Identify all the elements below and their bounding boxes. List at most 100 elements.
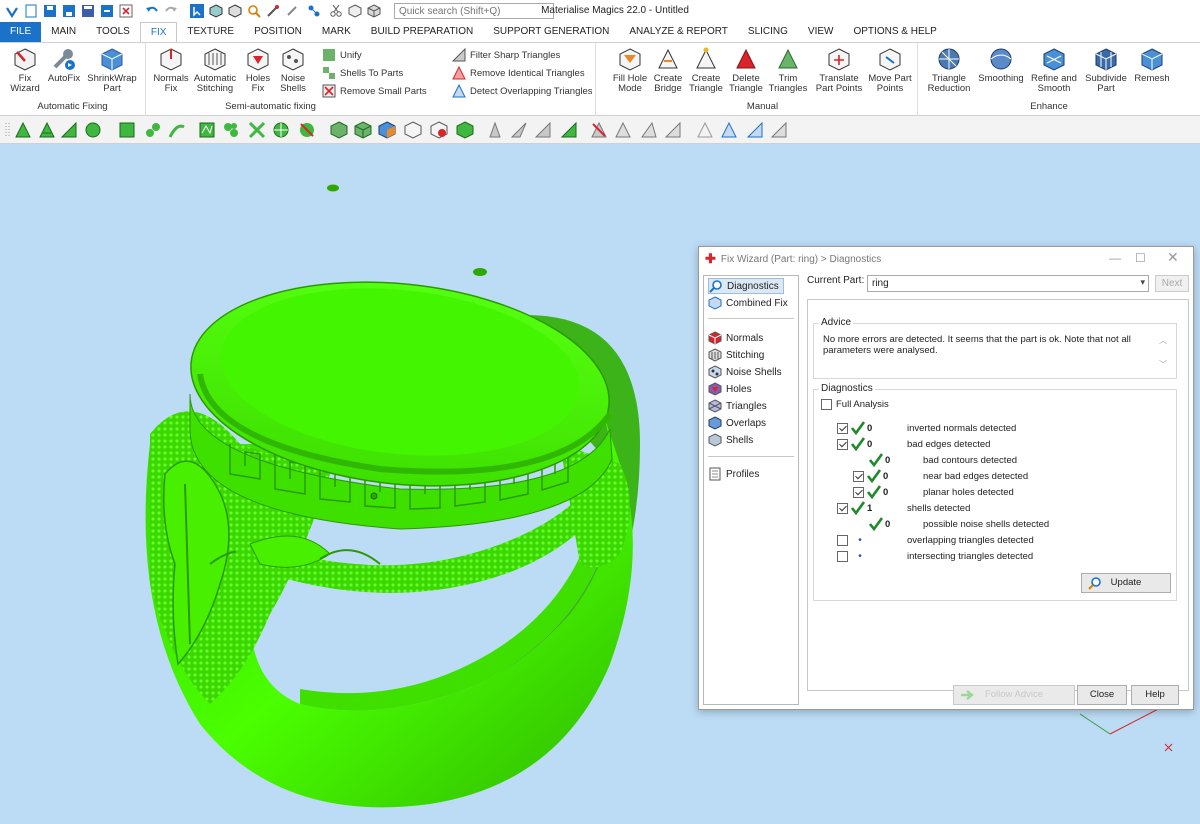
tab-build-preparation[interactable]: BUILD PREPARATION: [361, 22, 483, 42]
remove-small-parts-button[interactable]: Remove Small Parts: [322, 84, 427, 98]
update-button[interactable]: Update: [1081, 573, 1171, 593]
close-icon[interactable]: ✕: [1167, 249, 1179, 266]
subdivide-part-button[interactable]: Subdivide Part: [1082, 47, 1130, 94]
tab-fix[interactable]: FIX: [139, 22, 178, 42]
follow-advice-button[interactable]: Follow Advice: [953, 685, 1075, 705]
smoothing-button[interactable]: Smoothing: [976, 47, 1026, 84]
zoom-icon[interactable]: [247, 4, 261, 18]
tab-mark[interactable]: MARK: [312, 22, 361, 42]
create-bridge-button[interactable]: Create Bridge: [648, 47, 688, 94]
box-icon[interactable]: [348, 4, 362, 18]
scroll-down-icon[interactable]: ﹀: [1159, 359, 1167, 370]
detect-overlapping-triangles-button[interactable]: Detect Overlapping Triangles: [452, 84, 593, 98]
cube-view-icon[interactable]: [209, 4, 223, 18]
minimize-icon[interactable]: —: [1109, 251, 1121, 265]
box-3d-icon[interactable]: [367, 4, 381, 18]
nav-stitching[interactable]: Stitching: [708, 347, 764, 363]
checkbox[interactable]: [837, 534, 848, 546]
mark-fan-icon[interactable]: [248, 121, 266, 139]
trim-triangles-button[interactable]: Trim Triangles: [766, 47, 810, 94]
refine-and-smooth-button[interactable]: Refine and Smooth: [1028, 47, 1080, 94]
shrinkwrap-part-button[interactable]: ShrinkWrap Part: [84, 47, 140, 94]
select-part-icon[interactable]: [190, 4, 204, 18]
save-all-icon[interactable]: [81, 4, 95, 18]
triangle-select-3-icon[interactable]: [534, 121, 552, 139]
tab-options-help[interactable]: OPTIONS & HELP: [843, 22, 946, 42]
nav-triangles[interactable]: Triangles: [708, 398, 767, 414]
triangle-edge-icon[interactable]: [640, 121, 658, 139]
mark-contour-icon[interactable]: [144, 121, 162, 139]
mark-triangle-icon[interactable]: [14, 121, 32, 139]
checkbox[interactable]: [837, 438, 848, 450]
mark-brush-icon[interactable]: [222, 121, 240, 139]
box-invert-icon[interactable]: [430, 121, 448, 139]
nav-normals[interactable]: Normals: [708, 330, 763, 346]
network-icon[interactable]: [307, 4, 321, 18]
triangle-reduction-button[interactable]: Triangle Reduction: [924, 47, 974, 94]
triangle-select-2-icon[interactable]: [510, 121, 528, 139]
new-file-icon[interactable]: [24, 4, 38, 18]
nav-profiles[interactable]: Profiles: [708, 466, 759, 482]
next-button[interactable]: Next: [1155, 275, 1189, 292]
tab-texture[interactable]: TEXTURE: [177, 22, 244, 42]
save-as-icon[interactable]: [62, 4, 76, 18]
tab-analyze-report[interactable]: ANALYZE & REPORT: [619, 22, 738, 42]
measure-icon[interactable]: [266, 4, 280, 18]
mark-curve-icon[interactable]: [168, 121, 186, 139]
unify-button[interactable]: Unify: [322, 48, 362, 62]
shells-to-parts-button[interactable]: Shells To Parts: [322, 66, 403, 80]
noise-shells-button[interactable]: Noise Shells: [276, 47, 310, 94]
tab-view[interactable]: VIEW: [798, 22, 844, 42]
redo-icon[interactable]: [164, 4, 178, 18]
pin-icon[interactable]: [285, 4, 299, 18]
tab-main[interactable]: MAIN: [41, 22, 86, 42]
nav-diagnostics[interactable]: Diagnostics: [708, 278, 784, 294]
tab-position[interactable]: POSITION: [244, 22, 312, 42]
mark-window-icon[interactable]: [118, 121, 136, 139]
scissors-icon[interactable]: [329, 4, 343, 18]
triangle-select-green-icon[interactable]: [560, 121, 578, 139]
triangle-fan-icon[interactable]: [614, 121, 632, 139]
current-part-select[interactable]: ring ▾: [867, 275, 1149, 292]
tab-file[interactable]: FILE: [0, 22, 42, 42]
translate-part-points-button[interactable]: Translate Part Points: [812, 47, 866, 94]
fill-hole-mode-button[interactable]: Fill Hole Mode: [610, 47, 650, 94]
triangle-plane-icon[interactable]: [664, 121, 682, 139]
holes-fix-button[interactable]: Holes Fix: [240, 47, 276, 94]
tab-slicing[interactable]: SLICING: [738, 22, 798, 42]
mark-lasso-icon[interactable]: [198, 121, 216, 139]
box-mark-icon[interactable]: [330, 121, 348, 139]
move-part-points-button[interactable]: Move Part Points: [866, 47, 914, 94]
maximize-icon[interactable]: ☐: [1135, 251, 1146, 265]
save-icon[interactable]: [43, 4, 57, 18]
close-button[interactable]: Close: [1077, 685, 1127, 705]
nav-combined-fix[interactable]: Combined Fix: [708, 295, 788, 311]
nav-shells[interactable]: Shells: [708, 432, 753, 448]
tab-tools[interactable]: TOOLS: [86, 22, 140, 42]
nav-holes[interactable]: Holes: [708, 381, 752, 397]
autofix-button[interactable]: AutoFix: [44, 47, 84, 84]
quick-search-input[interactable]: [394, 3, 554, 19]
checkbox[interactable]: [837, 502, 848, 514]
triangle-select-icon[interactable]: [486, 121, 504, 139]
fix-wizard-button[interactable]: Fix Wizard: [4, 47, 46, 94]
mark-surface-icon[interactable]: [38, 121, 56, 139]
undo-icon[interactable]: [145, 4, 159, 18]
mark-shell-icon[interactable]: [84, 121, 102, 139]
mark-wheel-icon[interactable]: [272, 121, 290, 139]
checkbox[interactable]: [821, 398, 832, 410]
dialog-title-bar[interactable]: ✚ Fix Wizard (Part: ring) > Diagnostics …: [699, 247, 1193, 271]
checkbox[interactable]: [853, 470, 864, 482]
filter-sharp-triangles-button[interactable]: Filter Sharp Triangles: [452, 48, 560, 62]
automatic-stitching-button[interactable]: Automatic Stitching: [192, 47, 238, 94]
nav-noise-shells[interactable]: Noise Shells: [708, 364, 782, 380]
unmark-icon[interactable]: [298, 121, 316, 139]
full-analysis-checkbox[interactable]: Full Analysis: [821, 397, 889, 411]
normals-fix-button[interactable]: Normals Fix: [150, 47, 192, 94]
box-green-icon[interactable]: [456, 121, 474, 139]
checkbox[interactable]: [837, 422, 848, 434]
delete-triangle-button[interactable]: Delete Triangle: [726, 47, 766, 94]
tab-support-generation[interactable]: SUPPORT GENERATION: [483, 22, 619, 42]
mark-plane-icon[interactable]: [60, 121, 78, 139]
checkbox[interactable]: [837, 550, 848, 562]
